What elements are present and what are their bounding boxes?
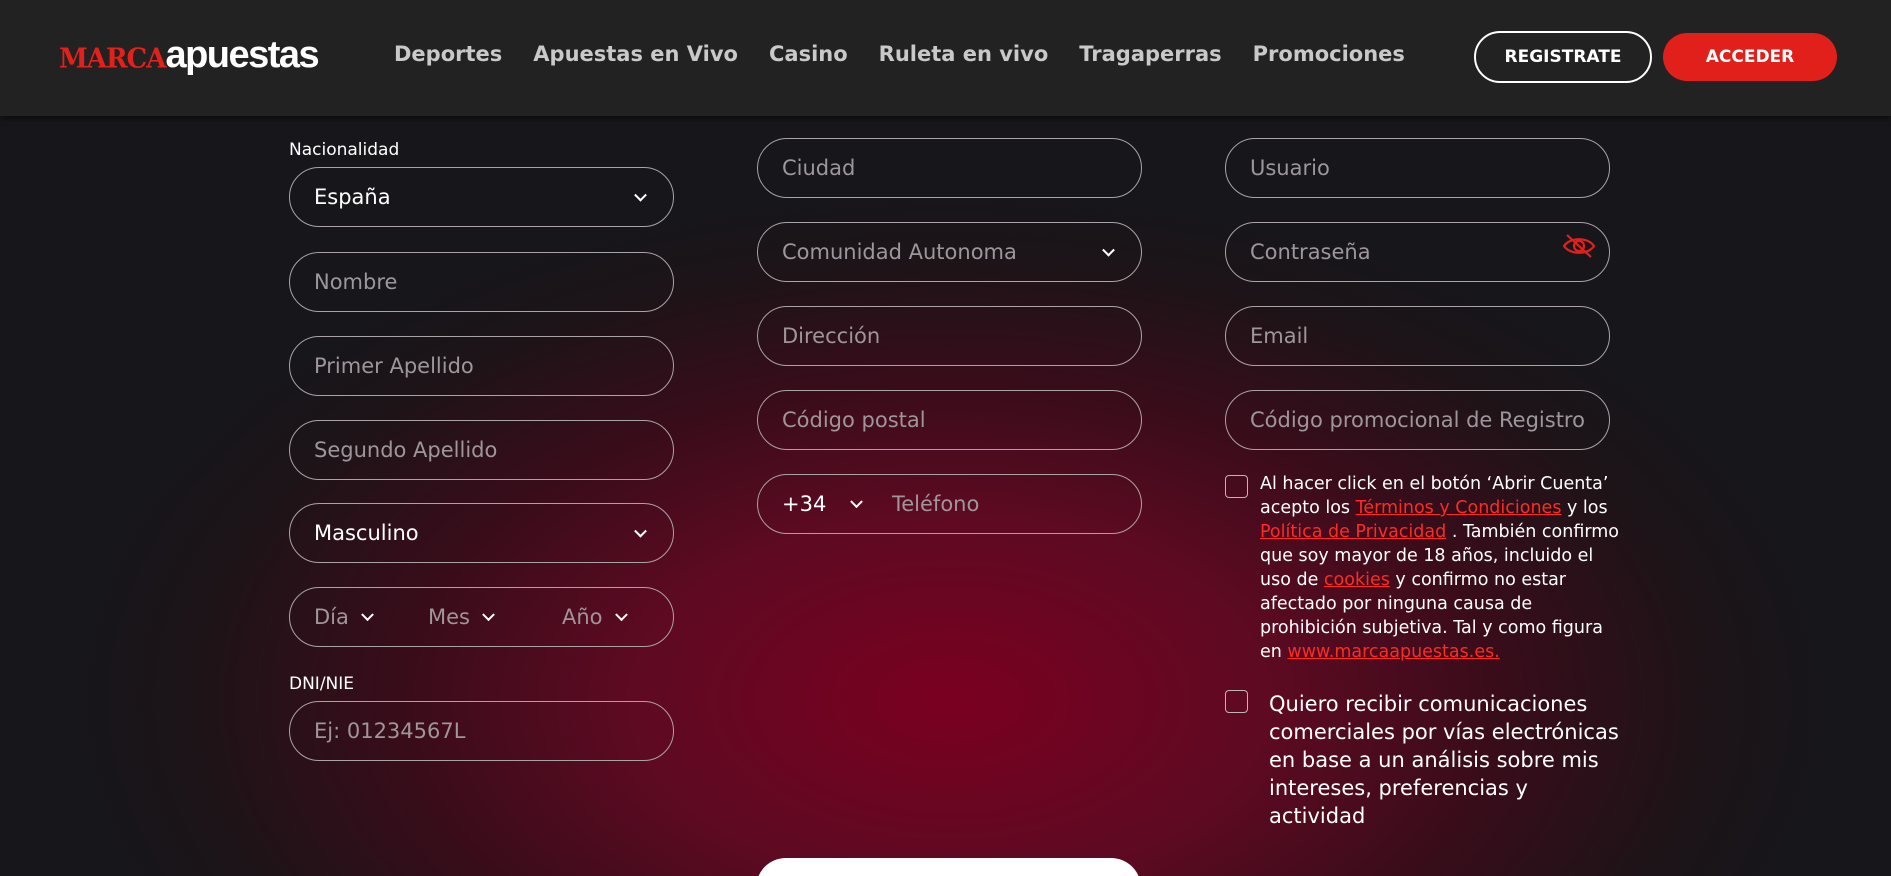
- chevron-down-icon: [482, 607, 495, 621]
- last-name-1-placeholder: Primer Apellido: [314, 354, 474, 378]
- password-input[interactable]: Contraseña: [1225, 222, 1610, 282]
- address-input[interactable]: Dirección: [757, 306, 1142, 366]
- month-placeholder: Mes: [428, 605, 470, 629]
- terms-text: Al hacer click en el botón ‘Abrir Cuenta…: [1260, 472, 1620, 664]
- region-placeholder: Comunidad Autonoma: [782, 240, 1017, 264]
- chevron-down-icon: [634, 188, 647, 202]
- email-placeholder: Email: [1250, 324, 1309, 348]
- username-input[interactable]: Usuario: [1225, 138, 1610, 198]
- phone-placeholder: Teléfono: [892, 492, 980, 516]
- nav-casino[interactable]: Casino: [769, 42, 848, 66]
- chevron-down-icon: [361, 607, 374, 621]
- first-name-placeholder: Nombre: [314, 270, 398, 294]
- marketing-checkbox[interactable]: [1225, 690, 1248, 713]
- top-header: MARCA apuestas Deportes Apuestas en Vivo…: [0, 0, 1891, 116]
- month-select[interactable]: Mes: [428, 588, 495, 646]
- nav-tragaperras[interactable]: Tragaperras: [1079, 42, 1221, 66]
- brand-logo[interactable]: MARCA apuestas: [59, 34, 320, 76]
- phone-field: +34 Teléfono: [757, 474, 1142, 534]
- phone-input[interactable]: Teléfono: [892, 475, 979, 533]
- username-placeholder: Usuario: [1250, 156, 1330, 180]
- gender-select[interactable]: Masculino: [289, 503, 674, 563]
- last-name-2-placeholder: Segundo Apellido: [314, 438, 498, 462]
- gender-value: Masculino: [314, 521, 419, 545]
- dni-placeholder: Ej: 01234567L: [314, 719, 466, 743]
- nationality-select[interactable]: España: [289, 167, 674, 227]
- logo-marca-text: MARCA: [59, 43, 166, 75]
- city-input[interactable]: Ciudad: [757, 138, 1142, 198]
- open-account-button[interactable]: [756, 858, 1141, 876]
- chevron-down-icon: [850, 494, 864, 508]
- register-button[interactable]: REGISTRATE: [1474, 31, 1652, 83]
- nationality-value: España: [314, 185, 391, 209]
- nav-apuestas-en-vivo[interactable]: Apuestas en Vivo: [533, 42, 738, 66]
- dni-input[interactable]: Ej: 01234567L: [289, 701, 674, 761]
- region-select[interactable]: Comunidad Autonoma: [757, 222, 1142, 282]
- login-button[interactable]: ACCEDER: [1663, 33, 1837, 81]
- terms-checkbox[interactable]: [1225, 475, 1248, 498]
- site-link[interactable]: www.marcaapuestas.es.: [1287, 642, 1499, 662]
- year-select[interactable]: Año: [562, 588, 628, 646]
- nav-deportes[interactable]: Deportes: [394, 42, 502, 66]
- password-placeholder: Contraseña: [1250, 240, 1371, 264]
- dni-label: DNI/NIE: [289, 674, 355, 694]
- privacy-policy-link[interactable]: Política de Privacidad: [1260, 522, 1446, 542]
- phone-prefix-select[interactable]: +34: [782, 475, 864, 533]
- first-name-input[interactable]: Nombre: [289, 252, 674, 312]
- nav-ruleta-en-vivo[interactable]: Ruleta en vivo: [879, 42, 1049, 66]
- chevron-down-icon: [614, 607, 628, 621]
- promo-code-placeholder: Código promocional de Registro: [1250, 408, 1585, 432]
- phone-prefix-value: +34: [782, 492, 827, 516]
- logo-apuestas-text: apuestas: [165, 34, 319, 76]
- postal-code-placeholder: Código postal: [782, 408, 926, 432]
- last-name-2-input[interactable]: Segundo Apellido: [289, 420, 674, 480]
- birthdate-field: Día Mes Año: [289, 587, 674, 647]
- postal-code-input[interactable]: Código postal: [757, 390, 1142, 450]
- day-select[interactable]: Día: [314, 588, 374, 646]
- city-placeholder: Ciudad: [782, 156, 856, 180]
- main-nav: Deportes Apuestas en Vivo Casino Ruleta …: [394, 42, 1436, 66]
- day-placeholder: Día: [314, 605, 349, 629]
- marketing-text: Quiero recibir comunicaciones comerciale…: [1269, 692, 1619, 828]
- cookies-link[interactable]: cookies: [1324, 570, 1390, 590]
- address-placeholder: Dirección: [782, 324, 881, 348]
- terms-conditions-link[interactable]: Términos y Condiciones: [1356, 498, 1562, 518]
- terms-text-2: y los: [1561, 498, 1608, 518]
- nationality-label: Nacionalidad: [289, 140, 400, 160]
- last-name-1-input[interactable]: Primer Apellido: [289, 336, 674, 396]
- eye-off-icon[interactable]: [1561, 231, 1597, 261]
- chevron-down-icon: [1102, 243, 1115, 257]
- promo-code-input[interactable]: Código promocional de Registro: [1225, 390, 1610, 450]
- nav-promociones[interactable]: Promociones: [1253, 42, 1405, 66]
- year-placeholder: Año: [562, 605, 603, 629]
- chevron-down-icon: [634, 524, 647, 538]
- email-input[interactable]: Email: [1225, 306, 1610, 366]
